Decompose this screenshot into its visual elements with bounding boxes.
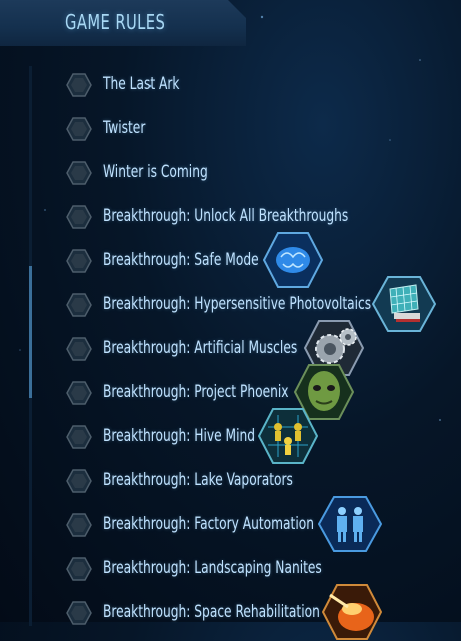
rule-label: Breakthrough: Factory Automation [103, 514, 314, 534]
rule-item[interactable]: Breakthrough: Landscaping Nanites [0, 546, 461, 590]
rule-label: Breakthrough: Project Phoenix [103, 382, 289, 402]
checkbox-hexagon-icon[interactable] [66, 424, 92, 450]
rule-item[interactable]: Twister [0, 106, 461, 150]
rule-item[interactable]: Breakthrough: Project Phoenix [0, 364, 461, 420]
rule-label: Breakthrough: Hive Mind [103, 426, 256, 446]
page-title: GAME RULES [65, 10, 166, 34]
hive-mind-icon [258, 408, 318, 464]
rule-label: Breakthrough: Unlock All Breakthroughs [103, 206, 349, 226]
checkbox-hexagon-icon[interactable] [66, 116, 92, 142]
checkbox-hexagon-icon[interactable] [66, 336, 92, 362]
checkbox-hexagon-icon[interactable] [66, 72, 92, 98]
rule-label: Breakthrough: Space Rehabilitation [103, 602, 320, 622]
brain-icon [263, 232, 323, 288]
checkbox-hexagon-icon[interactable] [66, 556, 92, 582]
rule-item[interactable]: The Last Ark [0, 62, 461, 106]
rule-label: The Last Ark [103, 74, 180, 94]
rule-label: Breakthrough: Landscaping Nanites [103, 558, 322, 578]
checkbox-hexagon-icon[interactable] [66, 512, 92, 538]
meteor-icon [322, 584, 382, 640]
rule-label: Breakthrough: Lake Vaporators [103, 470, 293, 490]
checkbox-hexagon-icon[interactable] [66, 160, 92, 186]
rule-label: Breakthrough: Artificial Muscles [103, 338, 298, 358]
checkbox-hexagon-icon[interactable] [66, 204, 92, 230]
checkbox-hexagon-icon[interactable] [66, 248, 92, 274]
rule-item[interactable]: Breakthrough: Factory Automation [0, 496, 461, 552]
checkbox-hexagon-icon[interactable] [66, 292, 92, 318]
robots-icon [318, 496, 382, 552]
rule-label: Twister [103, 118, 146, 138]
solar-panel-icon [372, 276, 436, 332]
checkbox-hexagon-icon[interactable] [66, 380, 92, 406]
game-rules-header: GAME RULES [0, 0, 246, 46]
rule-item[interactable]: Breakthrough: Space Rehabilitation [0, 584, 461, 640]
checkbox-hexagon-icon[interactable] [66, 600, 92, 626]
rule-item[interactable]: Breakthrough: Artificial Muscles [0, 320, 461, 376]
checkbox-hexagon-icon[interactable] [66, 468, 92, 494]
rule-item[interactable]: Breakthrough: Lake Vaporators [0, 458, 461, 502]
rule-item[interactable]: Winter is Coming [0, 150, 461, 194]
rule-label: Winter is Coming [103, 162, 208, 182]
rule-item[interactable]: Breakthrough: Hypersensitive Photovoltai… [0, 276, 461, 332]
rule-item[interactable]: Breakthrough: Hive Mind [0, 408, 461, 464]
rule-label: Breakthrough: Safe Mode [103, 250, 259, 270]
rule-item[interactable]: Breakthrough: Unlock All Breakthroughs [0, 194, 461, 238]
rule-label: Breakthrough: Hypersensitive Photovoltai… [103, 294, 372, 314]
